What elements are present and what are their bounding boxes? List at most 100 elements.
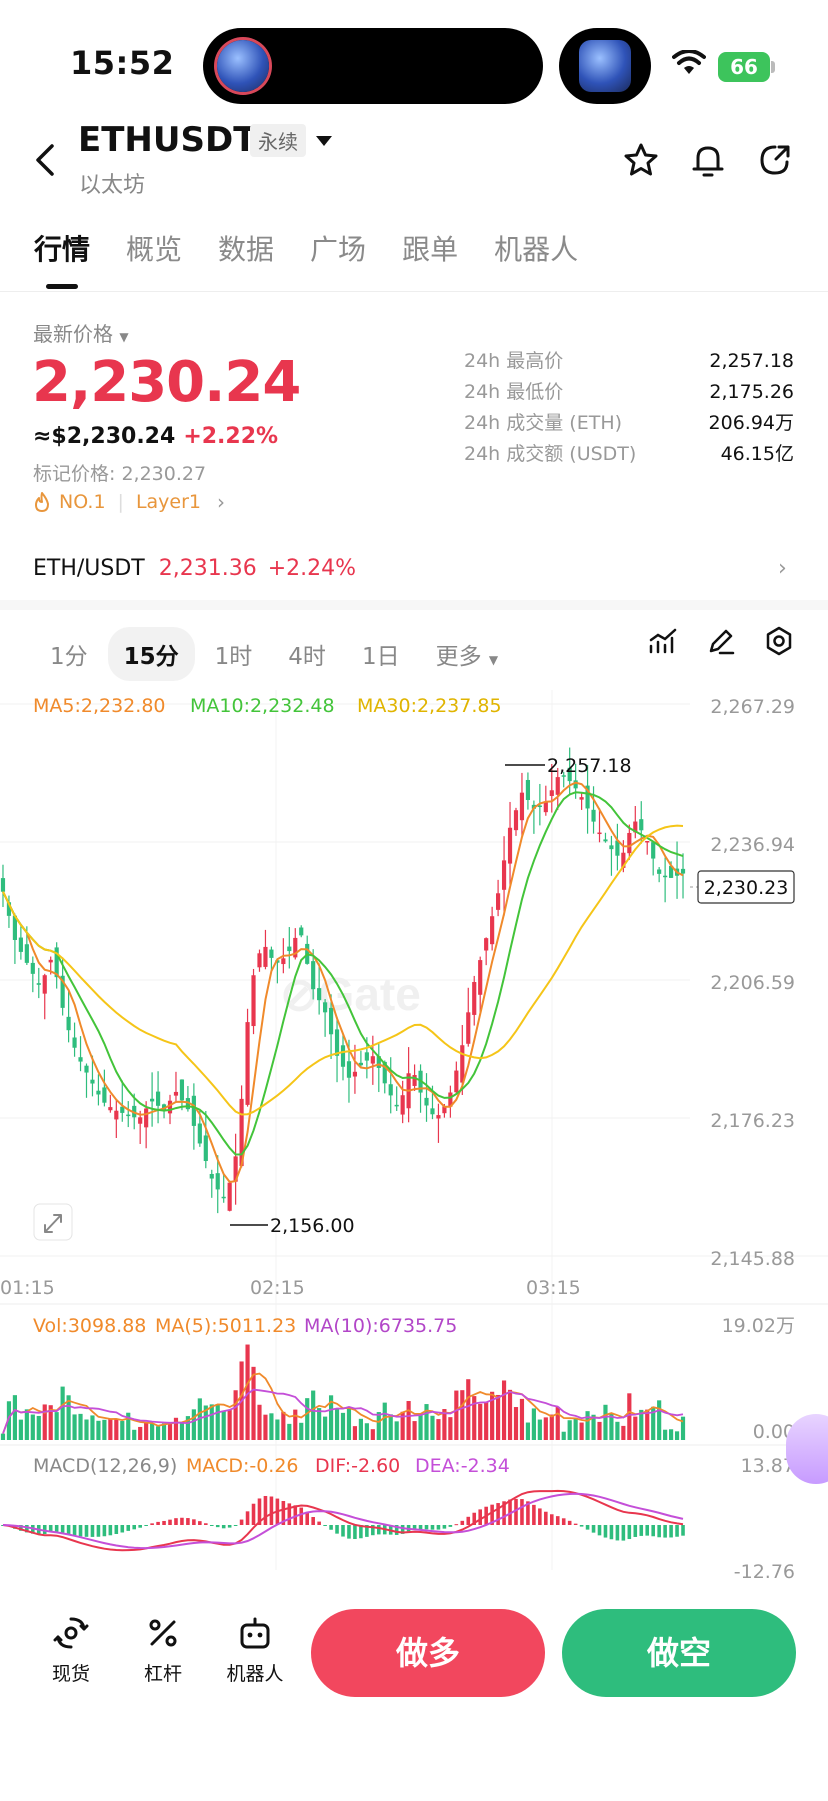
indicator-icon[interactable] (648, 626, 678, 656)
nav-spot[interactable]: 现货 (31, 1615, 111, 1686)
macd-bar (269, 1496, 274, 1525)
candle (96, 1090, 101, 1095)
macd-bar (54, 1525, 59, 1532)
macd-bar (299, 1507, 304, 1525)
volume-bar (72, 1414, 77, 1440)
macd-bar (675, 1525, 679, 1537)
short-button[interactable]: 做空 (562, 1609, 796, 1697)
macd-bar (78, 1525, 83, 1537)
low-label: 2,156.00 (270, 1215, 355, 1237)
tab-copy-trade[interactable]: 跟单 (402, 228, 458, 268)
candle (42, 975, 47, 994)
macd-bar (621, 1525, 626, 1541)
nav-leverage[interactable]: 杠杆 (123, 1615, 203, 1686)
back-icon[interactable] (34, 143, 56, 177)
latest-price-label[interactable]: 最新价格 ▼ (33, 318, 129, 347)
macd-bar (221, 1525, 226, 1529)
macd-bar (335, 1525, 339, 1534)
interval-1m[interactable]: 1分 (50, 637, 88, 671)
macd-bar (192, 1519, 196, 1525)
spot-pair-row[interactable]: ETH/USDT 2,231.36 +2.24% (33, 556, 356, 581)
candle (281, 958, 286, 965)
volume-bars (0, 1344, 686, 1440)
vol-ma10-legend: MA(10):6735.75 (304, 1315, 457, 1337)
assistant-bubble[interactable] (786, 1414, 828, 1484)
expand-button[interactable] (33, 1203, 73, 1241)
symbol-title[interactable]: ETHUSDT (78, 120, 256, 160)
tag-separator: | (117, 491, 124, 513)
macd-bar (209, 1525, 214, 1526)
interval-15m[interactable]: 15分 (107, 627, 195, 681)
stat-value: 206.94万 (708, 412, 794, 434)
interval-1d[interactable]: 1日 (362, 637, 400, 671)
volume-bar (615, 1421, 620, 1440)
coin-tags[interactable]: NO.1 | Layer1 › (33, 490, 225, 514)
candle (549, 790, 554, 796)
volume-bar (138, 1426, 143, 1440)
tab-data[interactable]: 数据 (218, 228, 274, 268)
volume-bar (436, 1419, 441, 1440)
ma5-legend: MA5:2,232.80 (33, 695, 166, 717)
tab-bot[interactable]: 机器人 (494, 228, 578, 268)
candle (251, 975, 256, 1027)
candle (680, 868, 686, 874)
stat-label: 24h 成交额 (USDT) (464, 443, 637, 465)
macd-bar (496, 1503, 500, 1525)
draw-pen-icon[interactable] (706, 626, 736, 656)
volume-bar (323, 1416, 328, 1440)
settings-gear-icon[interactable] (764, 626, 794, 656)
candle (36, 983, 41, 985)
candle (436, 1115, 441, 1119)
candle (102, 1087, 107, 1103)
dea-value: DEA:-2.34 (415, 1455, 510, 1477)
favorite-star-icon[interactable] (622, 142, 660, 178)
volume-bar (501, 1380, 507, 1440)
nav-bot-label: 机器人 (226, 1663, 284, 1685)
volume-bar (424, 1404, 429, 1440)
share-icon[interactable] (757, 142, 793, 178)
chevron-right-icon: › (217, 490, 225, 514)
interval-4h[interactable]: 4时 (288, 637, 326, 671)
volume-bar (155, 1426, 161, 1440)
long-button[interactable]: 做多 (311, 1609, 545, 1697)
chevron-right-icon[interactable]: › (778, 556, 787, 581)
tab-overview[interactable]: 概览 (126, 228, 182, 268)
candle (108, 1107, 113, 1111)
symbol-dropdown-icon[interactable] (316, 136, 332, 146)
macd-bar (168, 1519, 172, 1525)
candle (484, 938, 489, 951)
volume-bar (36, 1415, 41, 1440)
volume-bar (179, 1422, 185, 1440)
volume-bar (388, 1414, 393, 1440)
ma10-legend: MA10:2,232.48 (190, 695, 335, 717)
candle (430, 1108, 435, 1115)
alert-bell-icon[interactable] (690, 142, 726, 180)
volume-bar (454, 1390, 459, 1440)
interval-1h[interactable]: 1时 (215, 637, 253, 671)
interval-more[interactable]: 更多 ▼ (436, 637, 499, 671)
stat-label: 24h 最低价 (464, 381, 564, 403)
volume-bar (18, 1419, 23, 1440)
volume-bar (102, 1419, 107, 1440)
candle (627, 832, 632, 854)
vol-legend: Vol:3098.88 (33, 1315, 146, 1337)
candle (496, 893, 501, 910)
macd-bar (609, 1525, 614, 1540)
volume-bar (645, 1409, 650, 1440)
volume-bar (358, 1418, 363, 1440)
macd-bar (424, 1525, 429, 1530)
volume-bar (42, 1404, 47, 1440)
tab-square[interactable]: 广场 (310, 228, 366, 268)
volume-bar (132, 1429, 137, 1440)
kline-chart[interactable]: ⊘Gate MA5:2,232.80 MA10:2,232.48 MA30:2,… (0, 680, 828, 1580)
ma30-legend: MA30:2,237.85 (357, 695, 502, 717)
volume-bar (567, 1420, 572, 1440)
volume-bar (573, 1418, 578, 1440)
nav-bot[interactable]: 机器人 (215, 1615, 295, 1686)
volume-bar (340, 1412, 346, 1440)
macd-bar (174, 1518, 178, 1525)
tab-market[interactable]: 行情 (34, 228, 90, 268)
tab-indicator (46, 284, 78, 289)
volume-bar (0, 1433, 6, 1440)
volume-bar (507, 1389, 513, 1440)
